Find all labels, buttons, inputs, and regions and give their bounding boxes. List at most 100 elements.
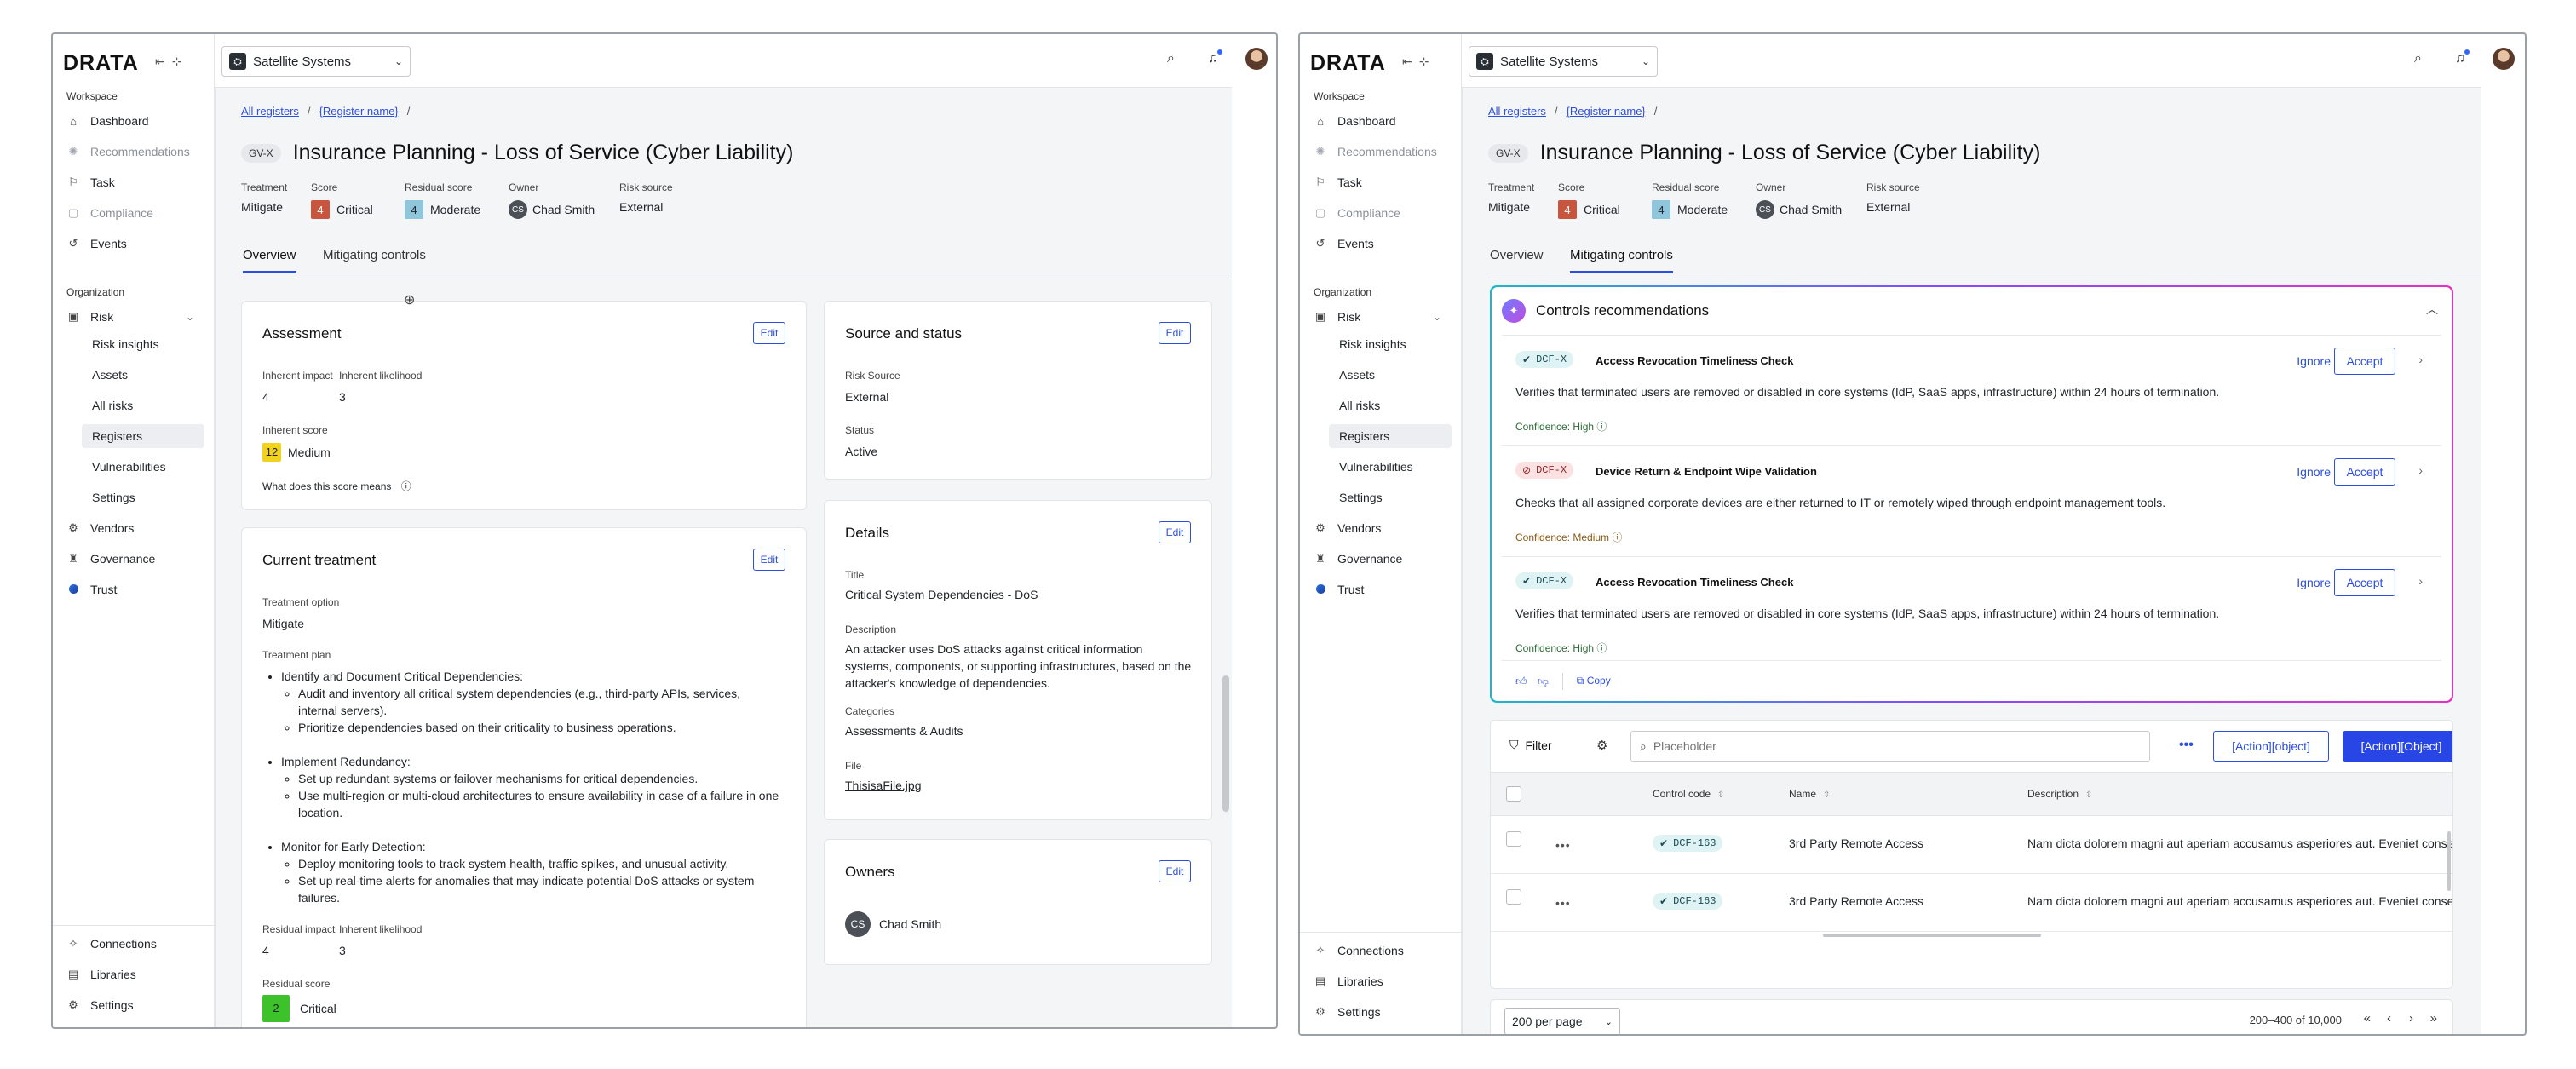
accept-button[interactable]: Accept — [2334, 348, 2395, 375]
nav-vendors[interactable]: ⚙ Vendors — [65, 516, 206, 540]
page-scrollbar[interactable] — [1222, 675, 1229, 812]
tab-mitigating-controls[interactable]: Mitigating controls — [323, 248, 426, 271]
bell-icon[interactable]: ♫ — [1208, 51, 1218, 66]
select-all-checkbox[interactable] — [1506, 786, 1521, 802]
user-avatar[interactable] — [2493, 48, 2515, 70]
nav-recommendations[interactable]: ✺ Recommendations — [1312, 140, 1453, 164]
tab-overview[interactable]: Overview — [1490, 248, 1544, 271]
score-help-link[interactable]: What does this score means ⓘ — [262, 479, 411, 493]
nav-connections[interactable]: ✧ Connections — [1312, 939, 1453, 963]
row-more-icon[interactable]: ••• — [1555, 838, 1571, 852]
nav-registers[interactable]: Registers — [82, 424, 204, 448]
edit-treatment-button[interactable]: Edit — [753, 549, 785, 571]
per-page-select[interactable]: 200 per page ⌄ — [1504, 1008, 1620, 1034]
collapse-chevron-icon[interactable]: ︿ — [2426, 301, 2438, 318]
col-name[interactable]: Name ⇳ — [1789, 788, 1830, 800]
nav-vendors[interactable]: ⚙ Vendors — [1312, 516, 1453, 540]
nav-risk-insights[interactable]: Risk insights — [82, 332, 204, 356]
filter-button[interactable]: ⛉ Filter — [1509, 738, 1552, 752]
edit-assessment-button[interactable]: Edit — [753, 322, 785, 344]
nav-events[interactable]: ↺ Events — [1312, 232, 1453, 256]
thumbs-down-icon[interactable]: 👎︎ — [1538, 675, 1549, 688]
search-field[interactable]: ⌕ — [1630, 731, 2150, 762]
nav-assets[interactable]: Assets — [82, 363, 204, 387]
edit-details-button[interactable]: Edit — [1159, 521, 1191, 543]
accept-button[interactable]: Accept — [2334, 458, 2395, 486]
primary-action-button[interactable]: [Action][Object] — [2343, 731, 2452, 762]
nav-risk[interactable]: ▣ Risk ⌄ — [1312, 305, 1453, 329]
first-page-icon[interactable]: « — [2364, 1011, 2371, 1026]
breadcrumb-all-registers[interactable]: All registers — [1488, 105, 1546, 118]
pin-icon[interactable]: ⊹ — [1419, 55, 1436, 68]
nav-risk-settings[interactable]: Settings — [1329, 486, 1452, 509]
ignore-button[interactable]: Ignore — [2297, 354, 2331, 368]
nav-dashboard[interactable]: ⌂ Dashboard — [1312, 109, 1453, 133]
edit-source-button[interactable]: Edit — [1159, 322, 1191, 344]
nav-vulnerabilities[interactable]: Vulnerabilities — [82, 455, 204, 479]
nav-all-risks[interactable]: All risks — [1329, 394, 1452, 417]
nav-connections[interactable]: ✧ Connections — [65, 932, 206, 956]
nav-dashboard[interactable]: ⌂ Dashboard — [65, 109, 206, 133]
table-horizontal-scrollbar[interactable] — [1823, 934, 2041, 937]
file-link[interactable]: ThisisaFile.jpg — [845, 777, 921, 794]
nav-vulnerabilities[interactable]: Vulnerabilities — [1329, 455, 1452, 479]
nav-task[interactable]: ⚐ Task — [65, 170, 206, 194]
search-icon[interactable]: ⌕ — [1167, 51, 1175, 66]
chevron-right-icon[interactable]: › — [2418, 574, 2423, 588]
table-row[interactable]: ••• ✔ DCF-163 3rd Party Remote Access Nam… — [1491, 874, 2452, 932]
collapse-sidebar-icon[interactable]: ⇤ — [155, 55, 172, 68]
nav-assets[interactable]: Assets — [1329, 363, 1452, 387]
collapse-sidebar-icon[interactable]: ⇤ — [1402, 55, 1419, 68]
nav-all-risks[interactable]: All risks — [82, 394, 204, 417]
search-icon[interactable]: ⌕ — [2414, 51, 2422, 66]
nav-settings[interactable]: ⚙ Settings — [65, 993, 206, 1017]
nav-libraries[interactable]: ▤ Libraries — [1312, 969, 1453, 993]
nav-recommendations[interactable]: ✺ Recommendations — [65, 140, 206, 164]
table-vertical-scrollbar[interactable] — [2447, 831, 2451, 891]
tab-overview[interactable]: Overview — [243, 248, 296, 273]
row-more-icon[interactable]: ••• — [1555, 896, 1571, 910]
nav-registers[interactable]: Registers — [1329, 424, 1452, 448]
nav-risk-insights[interactable]: Risk insights — [1329, 332, 1452, 356]
secondary-action-button[interactable]: [Action][object] — [2213, 731, 2329, 762]
nav-task[interactable]: ⚐ Task — [1312, 170, 1453, 194]
nav-trust[interactable]: Trust — [1312, 578, 1453, 601]
ignore-button[interactable]: Ignore — [2297, 465, 2331, 479]
more-options-icon[interactable]: ••• — [2179, 738, 2194, 753]
ignore-button[interactable]: Ignore — [2297, 576, 2331, 589]
copy-button[interactable]: ⧉ Copy — [1577, 675, 1611, 687]
breadcrumb-register-name[interactable]: {Register name} — [319, 105, 399, 118]
next-page-icon[interactable]: › — [2409, 1011, 2413, 1026]
row-checkbox[interactable] — [1506, 831, 1521, 847]
nav-trust[interactable]: Trust — [65, 578, 206, 601]
accept-button[interactable]: Accept — [2334, 569, 2395, 596]
settings-icon[interactable]: ⚙ — [1596, 738, 1607, 753]
col-control-code[interactable]: Control code ⇳ — [1653, 788, 1724, 800]
table-row[interactable]: ••• ✔ DCF-163 3rd Party Remote Access Nam… — [1491, 816, 2452, 874]
nav-governance[interactable]: ♜ Governance — [65, 547, 206, 571]
org-selector[interactable]: ⛭ Satellite Systems ⌄ — [221, 46, 411, 77]
nav-risk-settings[interactable]: Settings — [82, 486, 204, 509]
org-selector[interactable]: ⛭ Satellite Systems ⌄ — [1469, 46, 1658, 77]
col-description[interactable]: Description ⇳ — [2027, 788, 2092, 800]
nav-compliance[interactable]: ▢ Compliance — [1312, 201, 1453, 225]
pin-icon[interactable]: ⊹ — [172, 55, 189, 68]
breadcrumb-register-name[interactable]: {Register name} — [1567, 105, 1646, 118]
prev-page-icon[interactable]: ‹ — [2387, 1011, 2391, 1026]
chevron-right-icon[interactable]: › — [2418, 463, 2423, 477]
edit-owners-button[interactable]: Edit — [1159, 860, 1191, 882]
bell-icon[interactable]: ♫ — [2455, 51, 2465, 66]
nav-compliance[interactable]: ▢ Compliance — [65, 201, 206, 225]
nav-governance[interactable]: ♜ Governance — [1312, 547, 1453, 571]
search-input[interactable] — [1653, 739, 2141, 753]
row-checkbox[interactable] — [1506, 889, 1521, 905]
nav-events[interactable]: ↺ Events — [65, 232, 206, 256]
sidebar-tools[interactable]: ⇤⊹ — [155, 55, 188, 69]
nav-libraries[interactable]: ▤ Libraries — [65, 963, 206, 986]
user-avatar[interactable] — [1245, 48, 1268, 70]
last-page-icon[interactable]: » — [2430, 1011, 2437, 1026]
tab-mitigating-controls[interactable]: Mitigating controls — [1570, 248, 1673, 273]
thumbs-up-icon[interactable]: 👍︎ — [1515, 675, 1527, 688]
chevron-right-icon[interactable]: › — [2418, 353, 2423, 366]
nav-risk[interactable]: ▣ Risk ⌄ — [65, 305, 206, 329]
